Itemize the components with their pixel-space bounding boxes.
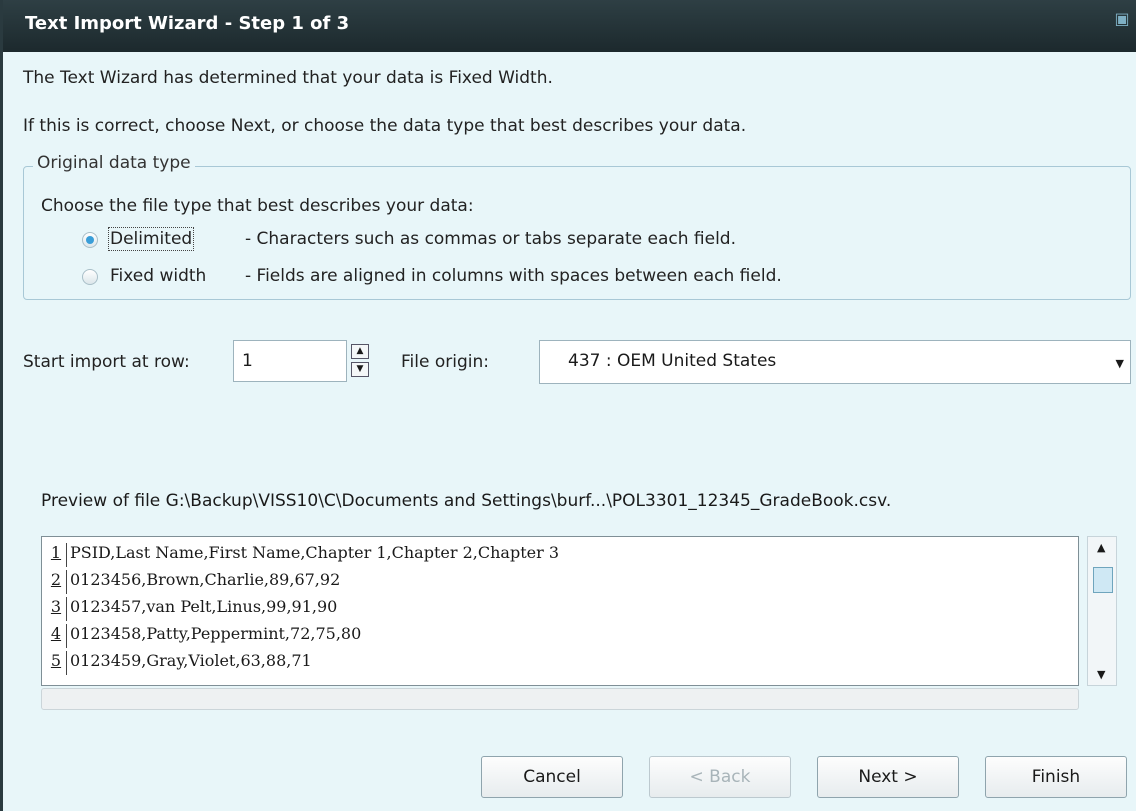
fixed-width-label[interactable]: Fixed width [110,266,206,286]
start-row-value: 1 [242,351,253,371]
finish-button[interactable]: Finish [985,756,1127,798]
row-number: 3 [46,597,67,621]
file-type-prompt: Choose the file type that best describes… [41,196,474,216]
back-button[interactable]: < Back [649,756,791,798]
restore-icon[interactable]: ▣ [1111,8,1133,30]
cancel-button[interactable]: Cancel [481,756,623,798]
fixed-width-description: - Fields are aligned in columns with spa… [245,266,782,286]
spin-down-icon[interactable]: ▼ [351,362,369,377]
scroll-down-icon[interactable]: ▼ [1097,668,1105,681]
text-import-wizard-dialog: Text Import Wizard - Step 1 of 3 ▣ The T… [0,0,1136,811]
row-number: 1 [46,543,67,567]
file-origin-select[interactable]: 437 : OEM United States ▼ [539,340,1131,384]
title-bar: Text Import Wizard - Step 1 of 3 ▣ [3,0,1136,52]
preview-label: Preview of file G:\Backup\VISS10\C\Docum… [41,491,892,511]
intro-line-2: If this is correct, choose Next, or choo… [23,116,747,136]
delimited-description: - Characters such as commas or tabs sepa… [245,229,736,249]
file-origin-label: File origin: [401,352,489,372]
start-row-spinner[interactable]: ▲ ▼ [351,344,373,380]
row-text: 0123459,Gray,Violet,63,88,71 [70,651,312,670]
start-row-input[interactable]: 1 [233,340,347,382]
file-origin-value: 437 : OEM United States [568,351,777,371]
file-preview[interactable]: 1 PSID,Last Name,First Name,Chapter 1,Ch… [41,536,1079,686]
delimited-label[interactable]: Delimited [107,227,195,251]
preview-horizontal-scrollbar[interactable] [41,688,1079,710]
row-number: 4 [46,624,67,648]
scroll-up-icon[interactable]: ▲ [1097,541,1105,554]
fixed-width-radio[interactable] [82,269,98,285]
row-text: PSID,Last Name,First Name,Chapter 1,Chap… [70,543,559,562]
preview-vertical-scrollbar[interactable]: ▲ ▼ [1087,536,1117,686]
window-title: Text Import Wizard - Step 1 of 3 [25,13,350,34]
start-row-label: Start import at row: [23,352,190,372]
chevron-down-icon[interactable]: ▼ [1116,357,1124,370]
delimited-radio[interactable] [82,232,98,248]
scroll-thumb[interactable] [1093,567,1113,593]
row-text: 0123456,Brown,Charlie,89,67,92 [70,570,341,589]
row-text: 0123458,Patty,Peppermint,72,75,80 [70,624,362,643]
intro-line-1: The Text Wizard has determined that your… [23,68,553,88]
spin-up-icon[interactable]: ▲ [351,344,369,359]
row-number: 2 [46,570,67,594]
row-text: 0123457,van Pelt,Linus,99,91,90 [70,597,338,616]
group-legend: Original data type [33,153,195,173]
next-button[interactable]: Next > [817,756,959,798]
row-number: 5 [46,651,67,675]
